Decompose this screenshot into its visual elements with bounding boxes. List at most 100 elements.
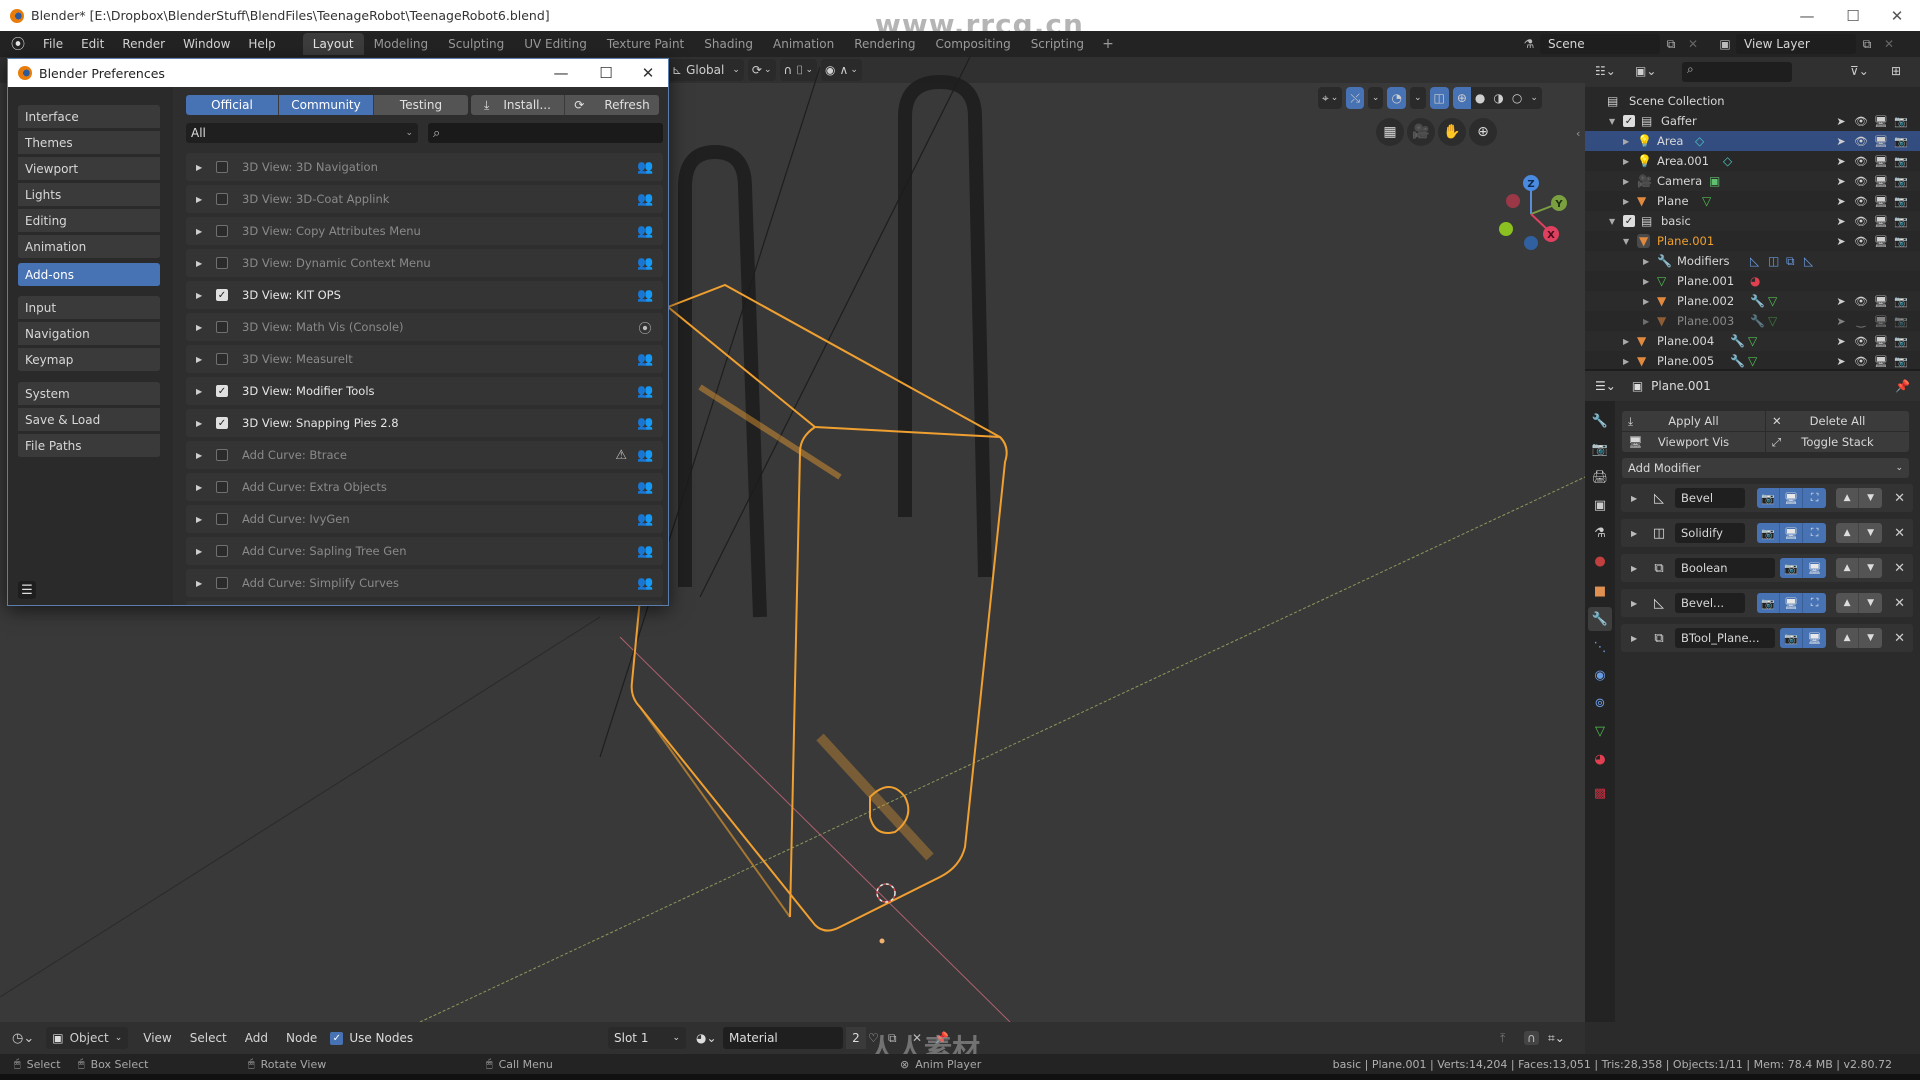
addon-row[interactable]: ▶ 3D View: 3D Navigation 👥 [186,153,663,181]
addon-row[interactable]: ▶ ✓ 3D View: Modifier Tools 👥 [186,377,663,405]
expand-arrow-icon[interactable]: ▶ [196,291,206,300]
addon-enable-checkbox[interactable] [216,513,228,525]
render-toggle-icon[interactable]: 📷 [1780,628,1804,648]
addon-enable-checkbox[interactable]: ✓ [216,385,228,397]
expand-arrow-icon[interactable]: ▶ [1623,337,1629,346]
outliner-item[interactable]: ▶ 🎥 Camera ▣ ➤ 👁 🖥 📷 [1585,171,1920,191]
particles-tab-icon[interactable]: ⋱ [1588,635,1612,659]
material-browse-icon[interactable]: ◕⌄ [696,1031,717,1045]
tab-animation[interactable]: Animation [763,33,844,55]
expand-arrow-icon[interactable]: ▶ [1623,137,1629,146]
visibility-eye-icon[interactable]: 👁 [1854,135,1868,148]
modifier-panel[interactable]: ▶ ◺ Bevel... 📷 🖥 ⛶ ▲ ▼ ✕ [1621,589,1913,617]
sidebar-item-viewport[interactable]: Viewport [18,157,160,181]
tab-sculpting[interactable]: Sculpting [438,33,514,55]
pin-icon[interactable]: 📌 [1895,379,1910,393]
blender-menu-icon[interactable]: ⦿ [8,34,28,54]
sidebar-item-add-ons[interactable]: Add-ons [18,263,160,287]
physics-tab-icon[interactable]: ◉ [1588,663,1612,687]
visibility-eye-icon[interactable]: 👁 [1854,235,1868,248]
expand-arrow-icon[interactable]: ▶ [196,579,206,588]
viewport-monitor-icon[interactable]: 🖥 [1874,175,1888,188]
modifier-panel[interactable]: ▶ ⧉ Boolean 📷 🖥 ▲ ▼ ✕ [1621,554,1913,582]
modifier-name-field[interactable]: Boolean [1675,558,1775,578]
tab-layout[interactable]: Layout [302,33,364,55]
expand-arrow-icon[interactable]: ▶ [196,195,206,204]
filter-icon[interactable]: ⊽⌄ [1850,64,1869,78]
sidebar-item-editing[interactable]: Editing [18,209,160,233]
viewport-monitor-icon[interactable]: 🖥 [1874,115,1888,128]
addon-row[interactable]: ▶ ✓ 3D View: KIT OPS 👥 [186,281,663,309]
light-data-icon[interactable]: ◇ [1695,134,1704,148]
outliner-item[interactable]: ▶ ▼ Plane.004 🔧 ▽ ➤ 👁 🖥 📷 [1585,331,1920,351]
menu-help[interactable]: Help [239,37,284,51]
bevel-modifier-icon[interactable]: ◺ [1750,254,1759,268]
addon-search-input[interactable]: ⌕ [428,123,663,143]
expand-arrow-icon[interactable]: ▶ [196,163,206,172]
move-down-icon[interactable]: ▼ [1859,558,1883,578]
expand-arrow-icon[interactable]: ▶ [1643,257,1649,266]
material-icon[interactable]: ◕ [1750,274,1760,288]
tab-texture-paint[interactable]: Texture Paint [597,33,694,55]
sidebar-item-keymap[interactable]: Keymap [18,348,160,372]
tab-compositing[interactable]: Compositing [925,33,1020,55]
scene-tab-icon[interactable]: ⚗ [1588,521,1612,545]
addon-row[interactable]: ▶ 3D View: 3D-Coat Applink 👥 [186,185,663,213]
sidebar-toggle-icon[interactable]: ‹ [1576,127,1580,140]
texture-tab-icon[interactable]: ▩ [1588,781,1612,805]
expand-arrow-icon[interactable]: ▶ [1643,297,1649,306]
addon-enable-checkbox[interactable] [216,481,228,493]
remove-modifier-icon[interactable]: ✕ [1894,526,1905,541]
mesh-data-icon[interactable]: ▽ [1768,314,1777,328]
outliner-item[interactable]: ▶ ▼ Plane.003 🔧 ▽ ➤ ‿ 🖥 📷 [1585,311,1920,331]
node-menu-node[interactable]: Node [277,1031,326,1045]
outliner-item[interactable]: ▶ 🔧 Modifiers ◺ ◫ ⧉ ◺ [1585,251,1920,271]
solidify-modifier-icon[interactable]: ◫ [1768,254,1779,268]
expand-arrow-icon[interactable]: ▶ [196,227,206,236]
menu-file[interactable]: File [34,37,72,51]
modifier-name-field[interactable]: Bevel [1675,488,1745,508]
outliner-item[interactable]: ▶ 💡 Area.001 ◇ ➤ 👁 🖥 📷 [1585,151,1920,171]
edit-mode-toggle-icon[interactable]: ⛶ [1803,523,1827,543]
outliner-item[interactable]: ▼ ✓ ▤ Gaffer ➤ 👁 🖥 📷 [1585,111,1920,131]
menu-edit[interactable]: Edit [72,37,113,51]
addon-row[interactable]: ▶ 3D View: Copy Attributes Menu 👥 [186,217,663,245]
collapse-arrow-icon[interactable]: ▼ [1609,117,1615,126]
expand-arrow-icon[interactable]: ▶ [1623,177,1629,186]
exclude-checkbox[interactable]: ✓ [1623,215,1635,227]
addon-row[interactable]: ▶ 3D View: Math Vis (Console) ⦿ [186,313,663,341]
outliner-item[interactable]: ▶ ▽ Plane.001 ◕ [1585,271,1920,291]
view-layer-icon[interactable]: ▣ [1714,34,1736,54]
mesh-data-icon[interactable]: ▽ [1768,294,1777,308]
install-button[interactable]: ⤓ Install... [471,95,565,115]
addon-enable-checkbox[interactable] [216,545,228,557]
render-toggle-icon[interactable]: 📷 [1757,593,1781,613]
tool-tab-icon[interactable]: 🔧 [1588,409,1612,433]
filter-community-button[interactable]: Community [279,95,374,115]
render-camera-icon[interactable]: 📷 [1894,295,1908,308]
addon-enable-checkbox[interactable] [216,193,228,205]
selectable-icon[interactable]: ➤ [1834,115,1848,128]
maximize-button[interactable]: ☐ [1830,0,1876,31]
expand-arrow-icon[interactable]: ▶ [196,419,206,428]
mesh-data-icon[interactable]: ▽ [1748,334,1757,348]
material-users-count[interactable]: 2 [846,1027,866,1049]
edit-mode-toggle-icon[interactable]: ⛶ [1803,593,1827,613]
modifier-panel[interactable]: ▶ ⧉ BTool_Plane... 📷 🖥 ▲ ▼ ✕ [1621,624,1913,652]
parent-node-icon[interactable]: ⤒ [1500,1031,1505,1046]
output-tab-icon[interactable]: 🖨 [1588,465,1612,489]
visibility-eye-icon[interactable]: 👁 [1854,295,1868,308]
sidebar-item-interface[interactable]: Interface [18,105,160,129]
expand-arrow-icon[interactable]: ▶ [1631,494,1645,503]
view-layer-field[interactable]: View Layer [1736,34,1856,54]
move-up-icon[interactable]: ▲ [1836,523,1860,543]
wrench-icon[interactable]: 🔧 [1730,334,1745,348]
view-layer-tab-icon[interactable]: ▣ [1588,493,1612,517]
bevel-modifier-icon[interactable]: ◺ [1804,254,1813,268]
node-menu-add[interactable]: Add [236,1031,277,1045]
status-anim-player[interactable]: ⊗ Anim Player [900,1058,981,1071]
visibility-eye-icon[interactable]: 👁 [1854,215,1868,228]
menu-render[interactable]: Render [113,37,174,51]
move-up-icon[interactable]: ▲ [1836,593,1860,613]
render-camera-icon[interactable]: 📷 [1894,115,1908,128]
